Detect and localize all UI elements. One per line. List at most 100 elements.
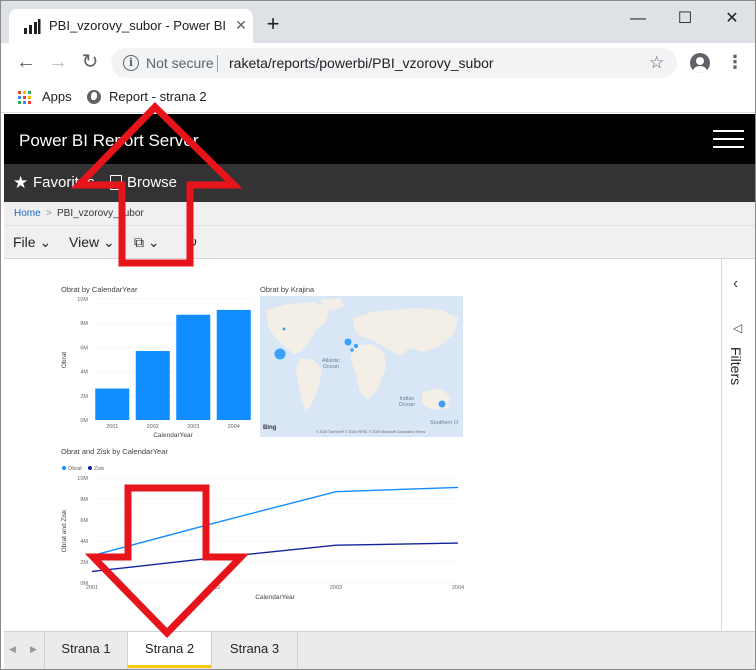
map-land (266, 298, 458, 412)
filter-funnel-icon: ◁ (733, 321, 743, 335)
line-xtick-label: 2003 (330, 585, 342, 591)
series-line (91, 542, 459, 573)
legend-marker (62, 466, 66, 470)
browser-window: PBI_vzorovy_subor - Power BI Report Serv… (0, 0, 756, 670)
bar-xtick-label: 2001 (106, 424, 118, 430)
info-icon[interactable]: i (123, 55, 139, 71)
bookmark-report-strana-2[interactable]: Report - strana 2 (109, 89, 207, 104)
bar-ylabel: Obrat (61, 352, 68, 368)
browser-toolbar: ← → ↻ i Not secure raketa/reports/powerb… (1, 43, 755, 83)
line-ytick-label: 6M (80, 518, 88, 524)
security-label[interactable]: Not secure (146, 55, 214, 71)
bookmark-apps[interactable]: Apps (42, 89, 72, 104)
atlantic-label: Atlantic Ocean (321, 358, 341, 370)
bar-ytick-label: 2M (80, 394, 88, 400)
report-canvas: Obrat by CalendarYear 0M 2M 4M 6M 8M 10M 2001 2… (4, 259, 721, 631)
browser-menu-icon[interactable]: ⋮ (726, 52, 744, 72)
line-ytick-label: 8M (80, 497, 88, 503)
bar (135, 351, 170, 420)
bar-ytick-label: 10M (77, 297, 88, 303)
back-icon[interactable]: ← (15, 51, 37, 73)
legend-label: Obrat (68, 466, 82, 472)
bar-xlabel: CalendarYear (153, 432, 193, 439)
bar-ytick-label: 0M (80, 418, 88, 424)
series-line (91, 486, 459, 557)
line-ytick-label: 4M (80, 539, 88, 545)
breadcrumb: Home > PBI_vzorovy_subor (4, 202, 755, 226)
line-chart[interactable]: Obrat Zisk0M2M4M6M8M10M2001 2002 2003 2004Ca… (56, 456, 466, 604)
line-ytick-label: 10M (77, 476, 88, 482)
bing-logo: Bing (263, 425, 277, 431)
breadcrumb-home[interactable]: Home (14, 208, 41, 219)
bookmarks-menu-icon[interactable]: ⧉ ⌄ (134, 234, 160, 251)
view-menu[interactable]: View ⌄ (69, 234, 115, 251)
tab-strip: PBI_vzorovy_subor - Power BI Report Serv… (1, 1, 755, 43)
line-xlabel: CalendarYear (255, 594, 295, 601)
page-tabs-bar: ◀ ▶ Strana 1 Strana 2 Strana 3 (4, 631, 755, 669)
bookmark-star-icon[interactable]: ☆ (649, 53, 664, 73)
browser-tab[interactable]: PBI_vzorovy_subor - Power BI Report Serv… (9, 9, 253, 43)
legend-label: Zisk (94, 466, 104, 472)
line-chart-title: Obrat and Zisk by CalendarYear (61, 447, 168, 456)
filters-pane[interactable]: ‹ ◁ Filters (721, 259, 755, 631)
url-text[interactable]: raketa/reports/powerbi/PBI_vzorovy_subor (229, 55, 494, 71)
power-bi-icon (24, 19, 41, 34)
breadcrumb-separator: > (46, 208, 52, 219)
world-map[interactable]: Atlantic Ocean Indian Ocean Southern O B… (260, 296, 463, 437)
globe-icon (87, 90, 101, 104)
report-action-bar: File ⌄ View ⌄ ⧉ ⌄ ↻ (4, 226, 755, 259)
apps-grid-icon[interactable] (18, 91, 32, 105)
url-divider (217, 55, 218, 72)
nav-browse[interactable]: Browse (127, 174, 177, 191)
bar-ytick-label: 6M (80, 345, 88, 351)
file-menu[interactable]: File ⌄ (13, 234, 51, 251)
collapse-chevron-icon[interactable]: ‹ (733, 275, 738, 293)
next-page-icon[interactable]: ▶ (30, 644, 37, 655)
bar-xtick-label: 2003 (187, 424, 199, 430)
map-title: Obrat by Krajina (260, 285, 315, 294)
minimize-icon[interactable]: — (623, 9, 653, 29)
favorites-star-icon: ★ (13, 173, 29, 192)
southern-ocean-label: Southern O (430, 420, 459, 426)
browse-folder-icon (110, 175, 122, 190)
bar-ytick-label: 4M (80, 370, 88, 376)
line-ytick-label: 2M (80, 560, 88, 566)
filters-label: Filters (728, 347, 744, 386)
line-xtick-label: 2002 (208, 585, 220, 591)
window-close-icon[interactable]: ✕ (717, 9, 747, 29)
line-ylabel: Obrat and Zisk (61, 509, 68, 552)
reload-icon[interactable]: ↻ (79, 51, 101, 73)
breadcrumb-current: PBI_vzorovy_subor (57, 208, 144, 219)
profile-icon[interactable] (690, 53, 710, 73)
bar (216, 309, 251, 420)
bar (176, 314, 211, 420)
bar-xtick-label: 2002 (147, 424, 159, 430)
line-xtick-label: 2004 (452, 585, 464, 591)
line-xtick-label: 2001 (86, 585, 98, 591)
page-tab-strana-3[interactable]: Strana 3 (212, 632, 298, 668)
nav-favorites[interactable]: Favorites (33, 174, 95, 191)
bookmarks-bar: Apps Report - strana 2 (1, 83, 755, 113)
prev-page-icon[interactable]: ◀ (9, 644, 16, 655)
bar-chart[interactable]: 0M 2M 4M 6M 8M 10M 2001 2002 2003 2004 CalendarYea… (56, 294, 256, 439)
address-bar[interactable]: i Not secure raketa/reports/powerbi/PBI_… (111, 48, 677, 78)
bar-xtick-label: 2004 (228, 424, 240, 430)
legend-marker (88, 466, 92, 470)
bar (95, 388, 130, 420)
page-tab-strana-1[interactable]: Strana 1 (44, 632, 128, 668)
page-tab-strana-2[interactable]: Strana 2 (128, 632, 212, 668)
bar-ytick-label: 8M (80, 321, 88, 327)
indian-ocean-label: Indian Ocean (398, 396, 416, 408)
new-tab-button[interactable]: + (263, 13, 283, 35)
refresh-icon[interactable]: ↻ (186, 234, 198, 251)
app-title[interactable]: Power BI Report Server (19, 131, 199, 151)
maximize-icon[interactable]: ☐ (670, 9, 700, 29)
tab-close-icon[interactable]: ✕ (233, 16, 249, 34)
pbi-header: Power BI Report Server (4, 114, 755, 164)
tab-title: PBI_vzorovy_subor - Power BI Report Serv… (49, 18, 225, 33)
map-copyright: © 2020 TomTom® © 2020 HERE, © 2020 Micro… (316, 430, 426, 434)
action-divider (122, 230, 123, 254)
hamburger-menu-icon[interactable] (713, 130, 744, 148)
forward-icon[interactable]: → (47, 51, 69, 73)
pbi-nav-bar: ★ Favorites Browse (4, 164, 755, 202)
